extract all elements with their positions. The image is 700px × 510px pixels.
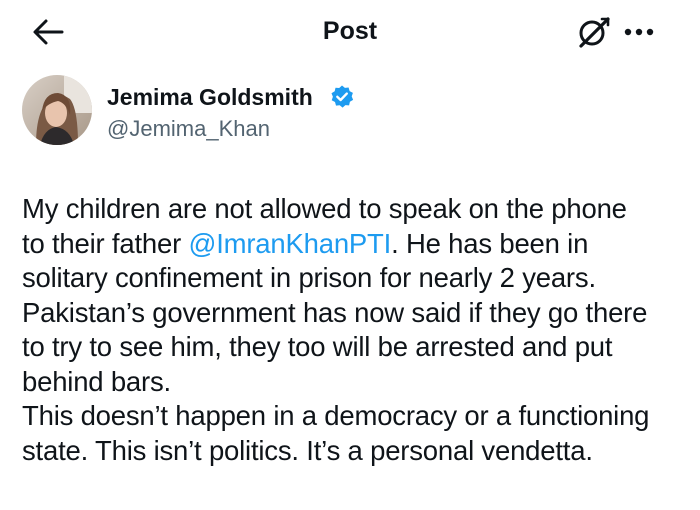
post-line: to their father @ImranKhanPTI. He has be…	[22, 227, 692, 262]
more-horizontal-icon	[624, 28, 654, 36]
more-options-button[interactable]	[620, 18, 660, 46]
top-bar: Post	[0, 0, 700, 62]
verified-badge-icon	[331, 85, 354, 108]
grok-icon	[579, 17, 610, 48]
post-line-text: . He has been in	[391, 227, 589, 259]
post-line: Pakistan’s government has now said if th…	[22, 296, 648, 328]
post-line: to try to see him, they too will be arre…	[22, 331, 613, 362]
author-handle[interactable]: @Jemima_Khan	[107, 116, 270, 142]
post-line: behind bars.	[22, 365, 171, 397]
post-line: solitary confinement in prison for nearl…	[22, 262, 596, 293]
mention-link[interactable]: @ImranKhanPTI	[188, 228, 391, 259]
post-line-text: to their father	[22, 227, 189, 259]
post-line: This doesn’t happen in a democracy or a …	[22, 400, 650, 431]
post-line: My children are not allowed to speak on …	[22, 193, 627, 224]
post-text: My children are not allowed to speak on …	[22, 192, 692, 468]
avatar[interactable]	[22, 75, 92, 145]
author-display-name[interactable]: Jemima Goldsmith	[107, 83, 313, 111]
post-line: state. This isn’t politics. It’s a perso…	[22, 434, 593, 466]
grok-button[interactable]	[576, 15, 612, 49]
verified-badge	[329, 84, 355, 110]
profile-photo-icon	[22, 75, 92, 145]
